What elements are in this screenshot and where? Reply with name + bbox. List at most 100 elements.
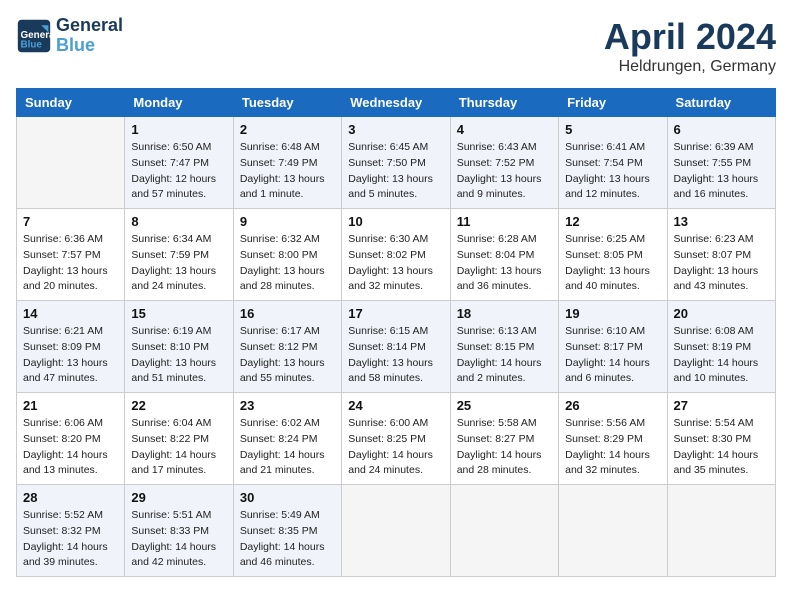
day-number: 25 (457, 398, 552, 413)
day-detail: Sunrise: 6:06 AM Sunset: 8:20 PM Dayligh… (23, 416, 118, 479)
calendar-cell: 13 Sunrise: 6:23 AM Sunset: 8:07 PM Dayli… (667, 209, 775, 301)
calendar-cell: 3 Sunrise: 6:45 AM Sunset: 7:50 PM Daylig… (342, 117, 450, 209)
calendar-cell: 8 Sunrise: 6:34 AM Sunset: 7:59 PM Daylig… (125, 209, 233, 301)
day-number: 22 (131, 398, 226, 413)
calendar-cell: 16 Sunrise: 6:17 AM Sunset: 8:12 PM Dayli… (233, 301, 341, 393)
calendar-week-3: 14Sunrise: 6:21 AM Sunset: 8:09 PM Dayli… (17, 301, 776, 393)
calendar-cell: 18 Sunrise: 6:13 AM Sunset: 8:15 PM Dayli… (450, 301, 558, 393)
day-detail: Sunrise: 6:30 AM Sunset: 8:02 PM Dayligh… (348, 232, 443, 295)
day-number: 29 (131, 490, 226, 505)
calendar-cell: 27 Sunrise: 5:54 AM Sunset: 8:30 PM Dayli… (667, 393, 775, 485)
calendar-cell: 14Sunrise: 6:21 AM Sunset: 8:09 PM Dayli… (17, 301, 125, 393)
day-number: 20 (674, 306, 769, 321)
day-detail: Sunrise: 6:48 AM Sunset: 7:49 PM Dayligh… (240, 140, 335, 203)
day-number: 8 (131, 214, 226, 229)
calendar-cell: 25 Sunrise: 5:58 AM Sunset: 8:27 PM Dayli… (450, 393, 558, 485)
day-detail: Sunrise: 6:10 AM Sunset: 8:17 PM Dayligh… (565, 324, 660, 387)
day-number: 4 (457, 122, 552, 137)
column-header-saturday: Saturday (667, 89, 775, 117)
day-detail: Sunrise: 6:28 AM Sunset: 8:04 PM Dayligh… (457, 232, 552, 295)
day-detail: Sunrise: 6:00 AM Sunset: 8:25 PM Dayligh… (348, 416, 443, 479)
calendar-week-4: 21 Sunrise: 6:06 AM Sunset: 8:20 PM Dayli… (17, 393, 776, 485)
calendar-cell: 7Sunrise: 6:36 AM Sunset: 7:57 PM Daylig… (17, 209, 125, 301)
calendar-cell: 23 Sunrise: 6:02 AM Sunset: 8:24 PM Dayli… (233, 393, 341, 485)
calendar-cell: 29Sunrise: 5:51 AM Sunset: 8:33 PM Dayli… (125, 485, 233, 577)
calendar-cell: 5Sunrise: 6:41 AM Sunset: 7:54 PM Daylig… (559, 117, 667, 209)
calendar-body: 1 Sunrise: 6:50 AM Sunset: 7:47 PM Daylig… (17, 117, 776, 577)
day-number: 11 (457, 214, 552, 229)
day-number: 24 (348, 398, 443, 413)
day-number: 27 (674, 398, 769, 413)
day-number: 30 (240, 490, 335, 505)
day-number: 7 (23, 214, 118, 229)
calendar-cell: 21 Sunrise: 6:06 AM Sunset: 8:20 PM Dayli… (17, 393, 125, 485)
calendar-cell: 24 Sunrise: 6:00 AM Sunset: 8:25 PM Dayli… (342, 393, 450, 485)
calendar-cell: 20 Sunrise: 6:08 AM Sunset: 8:19 PM Dayli… (667, 301, 775, 393)
calendar-cell: 12Sunrise: 6:25 AM Sunset: 8:05 PM Dayli… (559, 209, 667, 301)
calendar-cell (559, 485, 667, 577)
calendar-cell: 6Sunrise: 6:39 AM Sunset: 7:55 PM Daylig… (667, 117, 775, 209)
calendar-week-1: 1 Sunrise: 6:50 AM Sunset: 7:47 PM Daylig… (17, 117, 776, 209)
day-number: 3 (348, 122, 443, 137)
day-detail: Sunrise: 6:34 AM Sunset: 7:59 PM Dayligh… (131, 232, 226, 295)
day-detail: Sunrise: 6:43 AM Sunset: 7:52 PM Dayligh… (457, 140, 552, 203)
day-number: 6 (674, 122, 769, 137)
column-header-thursday: Thursday (450, 89, 558, 117)
day-number: 18 (457, 306, 552, 321)
day-detail: Sunrise: 5:58 AM Sunset: 8:27 PM Dayligh… (457, 416, 552, 479)
calendar-cell: 22 Sunrise: 6:04 AM Sunset: 8:22 PM Dayli… (125, 393, 233, 485)
day-detail: Sunrise: 5:49 AM Sunset: 8:35 PM Dayligh… (240, 508, 335, 571)
day-number: 12 (565, 214, 660, 229)
calendar-cell (17, 117, 125, 209)
calendar-cell: 2 Sunrise: 6:48 AM Sunset: 7:49 PM Daylig… (233, 117, 341, 209)
month-title: April 2024 (604, 16, 776, 58)
calendar-cell: 30 Sunrise: 5:49 AM Sunset: 8:35 PM Dayli… (233, 485, 341, 577)
day-number: 15 (131, 306, 226, 321)
calendar-cell: 15 Sunrise: 6:19 AM Sunset: 8:10 PM Dayli… (125, 301, 233, 393)
calendar-cell: 28Sunrise: 5:52 AM Sunset: 8:32 PM Dayli… (17, 485, 125, 577)
column-header-friday: Friday (559, 89, 667, 117)
day-number: 9 (240, 214, 335, 229)
day-detail: Sunrise: 6:04 AM Sunset: 8:22 PM Dayligh… (131, 416, 226, 479)
calendar-cell (667, 485, 775, 577)
day-number: 5 (565, 122, 660, 137)
calendar-cell: 17 Sunrise: 6:15 AM Sunset: 8:14 PM Dayli… (342, 301, 450, 393)
day-detail: Sunrise: 6:08 AM Sunset: 8:19 PM Dayligh… (674, 324, 769, 387)
location: Heldrungen, Germany (604, 58, 776, 76)
day-detail: Sunrise: 6:50 AM Sunset: 7:47 PM Dayligh… (131, 140, 226, 203)
calendar-cell: 10 Sunrise: 6:30 AM Sunset: 8:02 PM Dayli… (342, 209, 450, 301)
column-header-monday: Monday (125, 89, 233, 117)
title-area: April 2024 Heldrungen, Germany (604, 16, 776, 76)
day-number: 26 (565, 398, 660, 413)
day-number: 10 (348, 214, 443, 229)
day-number: 1 (131, 122, 226, 137)
day-detail: Sunrise: 5:54 AM Sunset: 8:30 PM Dayligh… (674, 416, 769, 479)
page-header: General Blue General Blue April 2024 Hel… (16, 16, 776, 76)
logo-text: General Blue (56, 16, 123, 56)
logo-icon: General Blue (16, 18, 52, 54)
day-number: 19 (565, 306, 660, 321)
day-number: 21 (23, 398, 118, 413)
day-detail: Sunrise: 6:13 AM Sunset: 8:15 PM Dayligh… (457, 324, 552, 387)
calendar-cell (450, 485, 558, 577)
day-detail: Sunrise: 6:15 AM Sunset: 8:14 PM Dayligh… (348, 324, 443, 387)
calendar-header-row: SundayMondayTuesdayWednesdayThursdayFrid… (17, 89, 776, 117)
day-number: 13 (674, 214, 769, 229)
day-detail: Sunrise: 6:45 AM Sunset: 7:50 PM Dayligh… (348, 140, 443, 203)
day-detail: Sunrise: 5:56 AM Sunset: 8:29 PM Dayligh… (565, 416, 660, 479)
column-header-wednesday: Wednesday (342, 89, 450, 117)
calendar-cell: 26 Sunrise: 5:56 AM Sunset: 8:29 PM Dayli… (559, 393, 667, 485)
day-detail: Sunrise: 6:19 AM Sunset: 8:10 PM Dayligh… (131, 324, 226, 387)
column-header-tuesday: Tuesday (233, 89, 341, 117)
calendar-cell: 9Sunrise: 6:32 AM Sunset: 8:00 PM Daylig… (233, 209, 341, 301)
day-number: 16 (240, 306, 335, 321)
day-number: 17 (348, 306, 443, 321)
calendar-week-2: 7Sunrise: 6:36 AM Sunset: 7:57 PM Daylig… (17, 209, 776, 301)
column-header-sunday: Sunday (17, 89, 125, 117)
day-detail: Sunrise: 6:02 AM Sunset: 8:24 PM Dayligh… (240, 416, 335, 479)
day-number: 28 (23, 490, 118, 505)
day-detail: Sunrise: 6:17 AM Sunset: 8:12 PM Dayligh… (240, 324, 335, 387)
day-number: 23 (240, 398, 335, 413)
day-number: 2 (240, 122, 335, 137)
day-detail: Sunrise: 6:23 AM Sunset: 8:07 PM Dayligh… (674, 232, 769, 295)
